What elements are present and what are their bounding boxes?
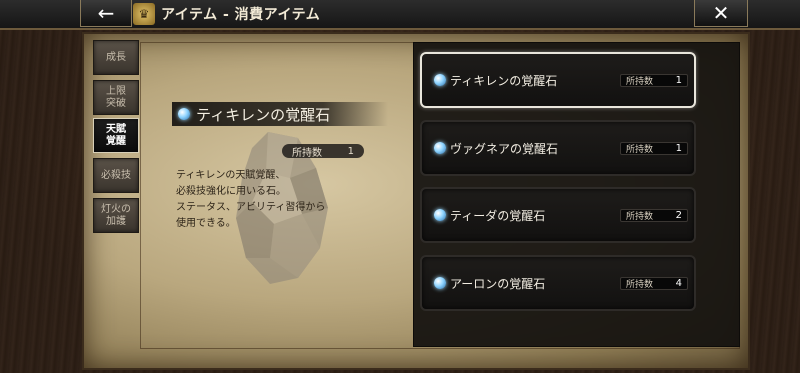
item-detail-header: ティキレンの覚醒石 bbox=[172, 102, 388, 126]
tab-label: 灯火の 加護 bbox=[101, 203, 131, 227]
count-value: 1 bbox=[675, 143, 682, 154]
item-detail-name: ティキレンの覚醒石 bbox=[196, 105, 331, 124]
awakening-stone-icon bbox=[434, 142, 446, 154]
item-count: 所持数 1 bbox=[620, 142, 688, 155]
tab-label: 天賦 覚醒 bbox=[106, 123, 126, 147]
item-name: ヴァグネアの覚醒石 bbox=[450, 142, 559, 156]
awakening-stone-icon bbox=[434, 209, 446, 221]
awakening-stone-icon bbox=[434, 74, 446, 86]
item-name: ティキレンの覚醒石 bbox=[450, 74, 558, 88]
awakening-stone-icon bbox=[434, 277, 446, 289]
count-label: 所持数 bbox=[626, 212, 654, 222]
close-button[interactable]: ✕ bbox=[694, 0, 748, 27]
item-detail-count: 所持数 1 bbox=[282, 144, 364, 159]
count-value: 2 bbox=[675, 210, 682, 221]
tab-label: 上限 突破 bbox=[106, 85, 126, 109]
item-description: ティキレンの天賦覚醒、 必殺技強化に用いる石。 ステータス、アビリティ習得から … bbox=[176, 170, 326, 229]
tab-special-move[interactable]: 必殺技 bbox=[93, 158, 139, 193]
count-value: 1 bbox=[675, 75, 682, 86]
item-name: アーロンの覚醒石 bbox=[450, 277, 546, 291]
close-icon: ✕ bbox=[712, 1, 730, 25]
list-item[interactable]: ティキレンの覚醒石 所持数 1 bbox=[420, 52, 696, 108]
tab-limit-break[interactable]: 上限 突破 bbox=[93, 80, 139, 115]
back-button[interactable]: ← bbox=[80, 0, 132, 27]
tab-label: 必殺技 bbox=[101, 169, 131, 181]
tab-label: 成長 bbox=[106, 51, 126, 63]
item-count: 所持数 4 bbox=[620, 277, 688, 290]
screen-header: ♛ アイテム - 消費アイテム bbox=[133, 2, 320, 26]
count-label: 所持数 bbox=[626, 77, 654, 87]
count-label: 所持数 bbox=[626, 280, 654, 290]
item-count: 所持数 1 bbox=[620, 74, 688, 87]
screen-title: アイテム - 消費アイテム bbox=[161, 7, 321, 23]
tab-torchlight-blessing[interactable]: 灯火の 加護 bbox=[93, 198, 139, 233]
awakening-stone-icon bbox=[178, 108, 190, 120]
count-value: 4 bbox=[675, 278, 682, 289]
tab-growth[interactable]: 成長 bbox=[93, 40, 139, 75]
list-item[interactable]: ティーダの覚醒石 所持数 2 bbox=[420, 187, 696, 243]
item-count: 所持数 2 bbox=[620, 209, 688, 222]
arrow-left-icon: ← bbox=[97, 1, 115, 25]
gold-emblem-icon: ♛ bbox=[133, 3, 155, 25]
tab-talent-awakening[interactable]: 天賦 覚醒 bbox=[93, 118, 139, 153]
count-label: 所持数 bbox=[626, 145, 654, 155]
count-label: 所持数 bbox=[292, 147, 322, 159]
count-value: 1 bbox=[347, 145, 354, 157]
item-name: ティーダの覚醒石 bbox=[450, 209, 546, 223]
list-item[interactable]: アーロンの覚醒石 所持数 4 bbox=[420, 255, 696, 311]
list-item[interactable]: ヴァグネアの覚醒石 所持数 1 bbox=[420, 120, 696, 176]
top-bar: ← ♛ アイテム - 消費アイテム ✕ bbox=[0, 0, 800, 30]
